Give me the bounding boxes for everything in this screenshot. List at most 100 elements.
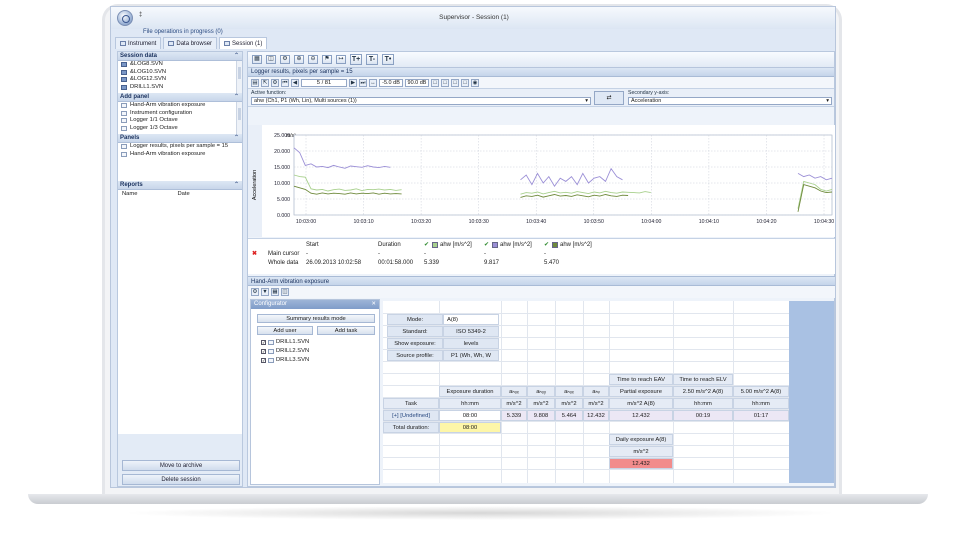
checkbox-checked[interactable]: ✓	[261, 339, 266, 345]
settings-icon[interactable]: ⚙	[251, 288, 259, 296]
add-panel-scrollbar[interactable]	[236, 102, 242, 134]
zoom-in-icon[interactable]: ⊕	[294, 55, 304, 64]
tab-data-browser[interactable]: Data browser	[163, 37, 218, 49]
view-2-icon[interactable]: □	[441, 78, 449, 87]
main-cursor-start: -	[306, 251, 308, 257]
reports-header[interactable]: Reports	[118, 181, 242, 190]
copy-icon[interactable]: ◫	[281, 288, 289, 296]
view-4-icon[interactable]: □	[461, 78, 469, 87]
window-title: Supervisor - Session (1)	[439, 14, 509, 21]
check-icon[interactable]: ✔	[484, 241, 489, 250]
tab-label: Instrument	[128, 40, 157, 47]
ahwx-header: aₕₒₓ	[501, 386, 527, 397]
settings-icon[interactable]: ⚙	[271, 78, 279, 87]
daily-exposure-header: Daily exposure A(8)	[609, 434, 673, 445]
tree-item-file[interactable]: ✓ DRILL1.SVN	[261, 338, 309, 346]
check-icon[interactable]: ✔	[424, 241, 429, 250]
list-item[interactable]: Logger results, pixels per sample = 15	[118, 143, 242, 151]
plot-area[interactable]	[293, 134, 833, 216]
color-icon[interactable]: ◉	[471, 78, 479, 87]
partial-exposure-header: Partial exposure	[609, 386, 673, 397]
x-tick-label: 10:04:20	[756, 219, 776, 225]
settings-icon[interactable]: ⚙	[280, 55, 290, 64]
db-high-field[interactable]: 90.0 dB	[405, 78, 429, 87]
list-item[interactable]: Hand-Arm vibration exposure	[118, 151, 242, 159]
duration-input[interactable]: 08:00	[439, 410, 501, 421]
tree-item-file[interactable]: ✓ DRILL2.SVN	[261, 347, 309, 355]
axis-switch-icon[interactable]: ⇄	[594, 91, 624, 105]
move-to-archive-button[interactable]: Move to archive	[122, 460, 240, 471]
tab-label: Data browser	[176, 40, 213, 47]
app-menu-icon[interactable]	[117, 10, 133, 26]
panels-header[interactable]: Panels	[118, 134, 242, 143]
elv-unit-header: hh:mm	[733, 398, 789, 409]
prev-icon[interactable]: ◀	[291, 78, 299, 87]
filter-icon[interactable]: ▼	[261, 288, 269, 296]
view-1-icon[interactable]: □	[431, 78, 439, 87]
tab-instrument[interactable]: Instrument	[115, 37, 162, 49]
time-add-icon[interactable]: T+	[350, 54, 362, 65]
list-item[interactable]: Logger 1/3 Octave	[118, 125, 242, 133]
session-data-header[interactable]: Session data	[118, 52, 242, 61]
mode-select[interactable]: A(8)	[443, 314, 499, 325]
layers-icon[interactable]: ◫	[266, 55, 276, 64]
grid-icon[interactable]: ▦	[271, 288, 279, 296]
first-icon[interactable]: ⏮	[281, 78, 289, 87]
file-icon	[268, 339, 274, 345]
time-remove-icon[interactable]: T-	[366, 54, 378, 65]
checkbox-checked[interactable]: ✓	[261, 357, 266, 363]
whole-data-duration: 00:01:58.000	[378, 260, 414, 266]
secondary-axis-dropdown[interactable]: Acceleration	[628, 97, 832, 105]
remove-cursor-icon[interactable]: ✖	[252, 250, 257, 259]
task-row-label[interactable]: [+] [Undefined]	[383, 410, 439, 421]
db-low-field[interactable]: -5.0 dB	[379, 78, 403, 87]
source-profile-select[interactable]: P1 (Wh, Wh, W	[443, 350, 499, 361]
function-selector: Active function: ahw (Ch1, P1 (Wh, Lin),…	[248, 89, 834, 107]
zoom-out-icon[interactable]: ⊖	[308, 55, 318, 64]
checkbox-checked[interactable]: ✓	[261, 348, 266, 354]
configurator-panel: Configurator Summary results mode Add us…	[250, 299, 380, 485]
columns-icon[interactable]: ▤	[251, 78, 259, 87]
add-task-button[interactable]: Add task	[317, 326, 375, 335]
check-icon[interactable]: ✔	[544, 241, 549, 250]
logger-chart[interactable]: Acceleration m/s² 25.000 20.000 15.000 10.0…	[248, 125, 835, 237]
table-view-icon[interactable]: ▦	[252, 55, 262, 64]
main-cursor-label: Main cursor	[268, 251, 300, 257]
active-function-dropdown[interactable]: ahw (Ch1, P1 (Wh, Lin), Multi sources (1…	[251, 97, 591, 105]
file-operations-status[interactable]: File operations in progress (0)	[143, 29, 223, 35]
logger-toolbar: ▤ ⇱ ⚙ ⏮ ◀ 5 / 81 ▶ ⏭ ↔ -5.0 dB 90.0 dB □…	[248, 77, 834, 89]
ahv-value: 12.432	[583, 410, 609, 421]
export-icon[interactable]: ⇱	[261, 78, 269, 87]
tree-item-file[interactable]: ✓ DRILL3.SVN	[261, 356, 309, 364]
list-item[interactable]: Instrument configuration	[118, 110, 242, 118]
quick-access-toolbar[interactable]: ‡	[139, 11, 142, 19]
axis-icon[interactable]: ↦	[336, 55, 346, 64]
reports-col-name[interactable]: Name	[122, 190, 137, 198]
list-item[interactable]: &LOG8.SVN	[118, 61, 242, 69]
next-icon[interactable]: ▶	[349, 78, 357, 87]
configurator-header[interactable]: Configurator	[251, 300, 379, 309]
delete-session-button[interactable]: Delete session	[122, 474, 240, 485]
marker-icon[interactable]: ⚑	[322, 55, 332, 64]
show-exposure-select[interactable]: levels	[443, 338, 499, 349]
hav-panel-header: Hand-Arm vibration exposure	[248, 276, 835, 286]
x-tick-label: 10:03:30	[469, 219, 489, 225]
last-icon[interactable]: ⏭	[359, 78, 367, 87]
list-item[interactable]: Logger 1/1 Octave	[118, 117, 242, 125]
session-data-scrollbar[interactable]	[236, 61, 242, 93]
list-item[interactable]: &LOG12.SVN	[118, 76, 242, 84]
reports-col-date[interactable]: Date	[177, 190, 189, 198]
tab-session[interactable]: Session (1)	[219, 37, 268, 49]
page-indicator[interactable]: 5 / 81	[301, 78, 347, 87]
add-panel-header[interactable]: Add panel	[118, 93, 242, 102]
list-item[interactable]: &LOG10.SVN	[118, 69, 242, 77]
list-item[interactable]: Hand-Arm vibration exposure	[118, 102, 242, 110]
task-header: Task	[383, 398, 439, 409]
summary-results-mode-button[interactable]: Summary results mode	[257, 314, 375, 323]
fit-icon[interactable]: ↔	[369, 78, 377, 87]
list-item[interactable]: DRILL1.SVN	[118, 84, 242, 92]
view-3-icon[interactable]: □	[451, 78, 459, 87]
time-marker-icon[interactable]: T•	[382, 54, 394, 65]
add-user-button[interactable]: Add user	[257, 326, 313, 335]
daily-exposure-value: 12.432	[609, 458, 673, 469]
